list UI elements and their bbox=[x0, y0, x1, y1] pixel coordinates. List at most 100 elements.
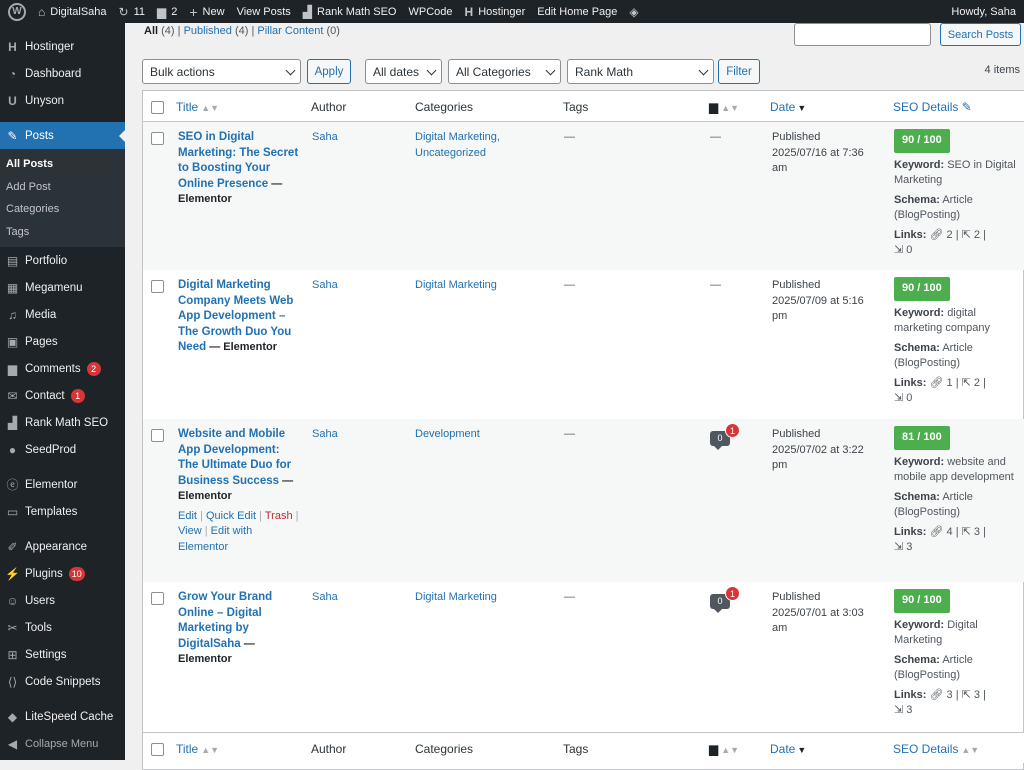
new-content-menu[interactable]: + New bbox=[183, 0, 230, 23]
row-checkbox[interactable] bbox=[151, 280, 164, 293]
sidebar-item-pages[interactable]: ▣ Pages bbox=[0, 328, 125, 355]
seo-score-badge[interactable]: 90 / 100 bbox=[894, 277, 950, 301]
sort-icon: ▲▼ bbox=[201, 103, 220, 113]
tags-value: — bbox=[564, 279, 575, 291]
submenu-tags[interactable]: Tags bbox=[0, 221, 125, 244]
sidebar-item-posts[interactable]: ✎ Posts bbox=[0, 122, 126, 149]
post-status: Published bbox=[772, 131, 821, 143]
my-account-menu[interactable]: Howdy, Saha bbox=[945, 0, 1024, 23]
column-comments[interactable]: ▆ ▲▼ bbox=[709, 742, 739, 756]
post-title-link[interactable]: Grow Your Brand Online – Digital Marketi… bbox=[178, 591, 272, 650]
dates-select[interactable]: All dates bbox=[365, 59, 442, 84]
sidebar-item-comments[interactable]: ▆ Comments 2 bbox=[0, 355, 125, 382]
pending-comments-badge[interactable]: 1 bbox=[725, 423, 740, 438]
quick-edit-link[interactable]: Quick Edit bbox=[206, 510, 256, 522]
categories-select[interactable]: All Categories bbox=[448, 59, 561, 84]
filter-all[interactable]: All bbox=[144, 25, 158, 37]
apply-button[interactable]: Apply bbox=[307, 59, 351, 84]
submenu-add-post[interactable]: Add Post bbox=[0, 176, 125, 199]
home-icon: ⌂ bbox=[38, 4, 46, 19]
seo-score-badge[interactable]: 90 / 100 bbox=[894, 589, 950, 613]
sidebar-item-users[interactable]: ☺ Users bbox=[0, 587, 125, 614]
seo-score-badge[interactable]: 81 / 100 bbox=[894, 426, 950, 450]
sidebar-item-dashboard[interactable]: ◔ Dashboard bbox=[0, 60, 125, 87]
column-date[interactable]: Date ▼ bbox=[770, 100, 806, 114]
sidebar-item-litespeed[interactable]: ◆ LiteSpeed Cache bbox=[0, 703, 125, 730]
category-link[interactable]: Digital Marketing bbox=[415, 278, 515, 294]
bulk-actions-select[interactable]: Bulk actions bbox=[142, 59, 301, 84]
row-checkbox[interactable] bbox=[151, 132, 164, 145]
hostinger-menu[interactable]: H Hostinger bbox=[459, 0, 532, 23]
sidebar-item-elementor[interactable]: ⓔ Elementor bbox=[0, 471, 125, 498]
comments-menu[interactable]: ▆ 2 bbox=[151, 0, 183, 23]
sidebar-item-templates[interactable]: ▭ Templates bbox=[0, 498, 125, 525]
sidebar-item-label: Settings bbox=[25, 648, 67, 661]
sidebar-item-contact[interactable]: ✉ Contact 1 bbox=[0, 382, 125, 409]
diamond-menu[interactable]: ◈ bbox=[623, 0, 649, 23]
view-link[interactable]: View bbox=[178, 525, 202, 537]
column-comments[interactable]: ▆ ▲▼ bbox=[709, 100, 739, 114]
column-seo-details[interactable]: SEO Details ✎ bbox=[893, 100, 972, 114]
comment-bubble[interactable]: 01 bbox=[710, 423, 740, 450]
sidebar-item-rank-math[interactable]: ▟ Rank Math SEO bbox=[0, 409, 125, 436]
column-title[interactable]: Title ▲▼ bbox=[176, 742, 219, 756]
column-seo-details[interactable]: SEO Details ▲▼ bbox=[893, 742, 979, 756]
comment-icon: ▆ bbox=[709, 100, 719, 114]
incoming-link-icon: ⇲ bbox=[894, 704, 904, 716]
incoming-links-count: 3 bbox=[906, 704, 913, 716]
diamond-icon: ◈ bbox=[629, 4, 639, 19]
comment-bubble[interactable]: 01 bbox=[710, 586, 740, 613]
edit-home-page-link[interactable]: Edit Home Page bbox=[531, 0, 623, 23]
rank-math-select[interactable]: Rank Math bbox=[567, 59, 714, 84]
trash-link[interactable]: Trash bbox=[265, 510, 293, 522]
sidebar-item-unyson[interactable]: U Unyson bbox=[0, 87, 125, 114]
select-all-checkbox[interactable] bbox=[151, 743, 164, 756]
hostinger-icon: H bbox=[8, 39, 17, 54]
sidebar-item-seedprod[interactable]: ● SeedProd bbox=[0, 436, 125, 463]
updates-menu[interactable]: ↻ 11 bbox=[113, 0, 151, 23]
sidebar-item-code-snippets[interactable]: ⟨⟩ Code Snippets bbox=[0, 668, 125, 695]
rank-math-menu[interactable]: ▟ Rank Math SEO bbox=[297, 0, 403, 23]
search-input[interactable] bbox=[794, 23, 931, 46]
wpcode-menu[interactable]: WPCode bbox=[403, 0, 459, 23]
category-link[interactable]: Digital Marketing bbox=[415, 590, 515, 606]
category-link[interactable]: Digital Marketing, Uncategorized bbox=[415, 130, 515, 161]
sidebar-item-label: Code Snippets bbox=[25, 675, 101, 688]
column-title[interactable]: Title ▲▼ bbox=[176, 100, 219, 114]
filter-published[interactable]: Published bbox=[184, 25, 232, 37]
submenu-all-posts[interactable]: All Posts bbox=[0, 153, 125, 176]
site-name-menu[interactable]: ⌂ DigitalSaha bbox=[32, 0, 113, 23]
column-categories: Categories bbox=[415, 100, 474, 114]
wordpress-logo-menu[interactable]: W bbox=[0, 0, 32, 23]
seo-score-badge[interactable]: 90 / 100 bbox=[894, 129, 950, 153]
collapse-menu-button[interactable]: ◀ Collapse Menu bbox=[0, 730, 125, 757]
row-checkbox[interactable] bbox=[151, 429, 164, 442]
row-checkbox[interactable] bbox=[151, 592, 164, 605]
sidebar-item-megamenu[interactable]: ▦ Megamenu bbox=[0, 274, 125, 301]
column-date[interactable]: Date ▼ bbox=[770, 742, 806, 756]
filter-pillar-label: Pillar Content bbox=[257, 25, 324, 37]
sidebar-item-media[interactable]: ♫ Media bbox=[0, 301, 125, 328]
author-link[interactable]: Saha bbox=[312, 278, 338, 294]
view-posts-link[interactable]: View Posts bbox=[231, 0, 297, 23]
edit-link[interactable]: Edit bbox=[178, 510, 197, 522]
sidebar-item-plugins[interactable]: ⚡ Plugins 10 bbox=[0, 560, 125, 587]
pending-comments-badge[interactable]: 1 bbox=[725, 586, 740, 601]
filter-button[interactable]: Filter bbox=[718, 59, 760, 84]
post-title-link[interactable]: Website and Mobile App Development: The … bbox=[178, 428, 291, 487]
category-link[interactable]: Development bbox=[415, 427, 515, 443]
filter-pillar-content[interactable]: Pillar Content bbox=[257, 25, 323, 37]
howdy-label: Howdy, Saha bbox=[951, 5, 1016, 18]
sidebar-item-appearance[interactable]: ✐ Appearance bbox=[0, 533, 125, 560]
author-link[interactable]: Saha bbox=[312, 427, 338, 443]
sidebar-item-hostinger[interactable]: H Hostinger bbox=[0, 33, 125, 60]
sidebar-item-tools[interactable]: ✂ Tools bbox=[0, 614, 125, 641]
search-posts-button[interactable]: Search Posts bbox=[940, 23, 1021, 46]
author-link[interactable]: Saha bbox=[312, 130, 338, 146]
sidebar-item-portfolio[interactable]: ▤ Portfolio bbox=[0, 247, 125, 274]
comments-value: — bbox=[710, 279, 721, 291]
submenu-categories[interactable]: Categories bbox=[0, 198, 125, 221]
sidebar-item-settings[interactable]: ⊞ Settings bbox=[0, 641, 125, 668]
select-all-checkbox[interactable] bbox=[151, 101, 164, 114]
author-link[interactable]: Saha bbox=[312, 590, 338, 606]
